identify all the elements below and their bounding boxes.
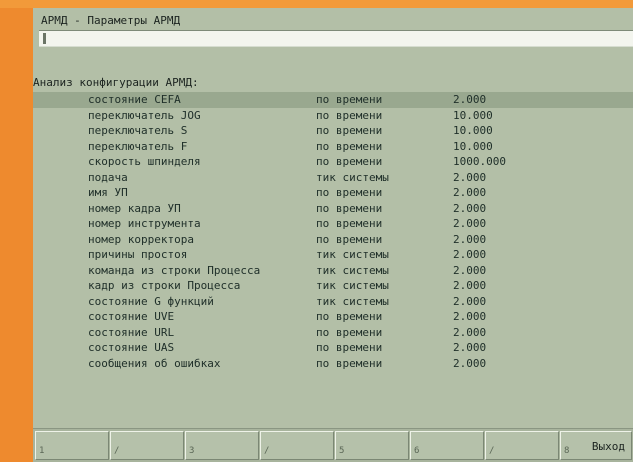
softkey-mark: /	[489, 446, 495, 456]
softkey-7[interactable]: /	[485, 431, 559, 460]
table-row[interactable]: сообщения об ошибках по времени 2.000	[33, 356, 633, 372]
row-name: переключатель S	[88, 124, 188, 137]
table-row[interactable]: состояние G функций тик системы 2.000	[33, 294, 633, 310]
config-table: состояние СЕFA по времени 2.000 переключ…	[33, 92, 633, 371]
row-mode: по времени	[316, 139, 383, 153]
row-name: состояние UVE	[88, 310, 175, 323]
row-mode: по времени	[316, 124, 383, 137]
row-value: 10.000	[453, 124, 493, 137]
row-mode: по времени	[316, 341, 383, 354]
table-row[interactable]: скорость шпинделя по времени 1000.000	[33, 154, 633, 170]
table-row[interactable]: состояние UVE по времени 2.000	[33, 309, 633, 325]
softkey-bar: 1 / 3 / 5 6 / 8 Выход	[33, 428, 633, 462]
table-row[interactable]: команда из строки Процесса тик системы 2…	[33, 263, 633, 279]
row-name: скорость шпинделя	[88, 155, 201, 168]
table-row[interactable]: состояние URL по времени 2.000	[33, 325, 633, 341]
table-row[interactable]: состояние СЕFA по времени 2.000	[33, 92, 633, 108]
softkey-3[interactable]: 3	[185, 431, 259, 460]
softkey-mark: 5	[339, 446, 345, 456]
table-row[interactable]: номер корректора по времени 2.000	[33, 232, 633, 248]
softkey-4[interactable]: /	[260, 431, 334, 460]
row-value: 2.000	[453, 263, 487, 277]
table-row[interactable]: кадр из строки Процесса тик системы 2.00…	[33, 278, 633, 294]
row-value: 2.000	[453, 232, 487, 246]
softkey-6[interactable]: 6	[410, 431, 484, 460]
row-value: 10.000	[453, 108, 493, 122]
row-name: номер корректора	[88, 232, 194, 246]
softkey-mark: /	[114, 446, 120, 456]
table-row[interactable]: переключатель JOG по времени 10.000	[33, 108, 633, 124]
softkey-5[interactable]: 5	[335, 431, 409, 460]
row-name: команда из строки Процесса	[88, 263, 261, 277]
row-mode: тик системы	[316, 279, 389, 292]
row-value: 2.000	[453, 170, 487, 184]
row-name: переключатель F	[88, 139, 188, 153]
row-name: переключатель JOG	[88, 108, 201, 122]
row-name: состояние СЕFA	[88, 93, 181, 106]
row-name: номер инструмента	[88, 217, 201, 230]
table-row[interactable]: причины простоя тик системы 2.000	[33, 247, 633, 263]
row-value: 2.000	[453, 356, 487, 370]
row-value: 2.000	[453, 341, 487, 354]
row-mode: тик системы	[316, 248, 389, 261]
row-name: состояние URL	[88, 325, 175, 339]
softkey-mark: /	[264, 446, 270, 456]
softkey-mark: 3	[189, 446, 195, 456]
exit-softkey[interactable]: 8 Выход	[560, 431, 632, 460]
row-mode: по времени	[316, 217, 383, 230]
window-title: АРМД - Параметры АРМД	[41, 14, 181, 27]
table-row[interactable]: подача тик системы 2.000	[33, 170, 633, 186]
row-name: кадр из строки Процесса	[88, 279, 241, 292]
row-mode: по времени	[316, 201, 383, 215]
row-mode: по времени	[316, 325, 383, 339]
row-value: 10.000	[453, 139, 493, 153]
exit-softkey-label: Выход	[591, 440, 625, 453]
row-name: имя УП	[88, 186, 128, 199]
top-frame-strip	[0, 0, 633, 8]
row-name: подача	[88, 170, 128, 184]
table-row[interactable]: номер инструмента по времени 2.000	[33, 216, 633, 232]
row-name: сообщения об ошибках	[88, 356, 221, 370]
row-mode: по времени	[316, 186, 383, 199]
softkey-1[interactable]: 1	[35, 431, 109, 460]
row-mode: тик системы	[316, 263, 389, 277]
row-value: 2.000	[453, 93, 487, 106]
row-value: 2.000	[453, 310, 487, 323]
row-value: 2.000	[453, 325, 487, 339]
row-name: состояние UAS	[88, 341, 175, 354]
text-cursor	[43, 33, 46, 44]
row-mode: по времени	[316, 232, 383, 246]
table-row[interactable]: переключатель F по времени 10.000	[33, 139, 633, 155]
table-row[interactable]: имя УП по времени 2.000	[33, 185, 633, 201]
row-mode: по времени	[316, 356, 383, 370]
row-value: 1000.000	[453, 155, 506, 168]
section-header: Анализ конфигурации АРМД:	[33, 76, 199, 89]
row-mode: тик системы	[316, 170, 389, 184]
softkey-mark: 1	[39, 446, 45, 456]
row-value: 2.000	[453, 217, 487, 230]
row-value: 2.000	[453, 248, 487, 261]
table-row[interactable]: номер кадра УП по времени 2.000	[33, 201, 633, 217]
row-mode: по времени	[316, 155, 383, 168]
left-frame-strip	[0, 8, 33, 461]
row-name: состояние G функций	[88, 294, 214, 308]
row-name: причины простоя	[88, 248, 188, 261]
row-value: 2.000	[453, 201, 487, 215]
softkey-2[interactable]: /	[110, 431, 184, 460]
table-row[interactable]: переключатель S по времени 10.000	[33, 123, 633, 139]
table-row[interactable]: состояние UAS по времени 2.000	[33, 340, 633, 356]
cnc-screen: АРМД - Параметры АРМД Анализ конфигураци…	[33, 8, 633, 462]
row-mode: по времени	[316, 310, 383, 323]
softkey-mark: 6	[414, 446, 420, 456]
row-mode: по времени	[316, 93, 383, 106]
row-value: 2.000	[453, 279, 487, 292]
command-input[interactable]	[39, 30, 633, 47]
softkey-mark: 8	[564, 446, 570, 456]
row-mode: по времени	[316, 108, 383, 122]
row-mode: тик системы	[316, 294, 389, 308]
row-name: номер кадра УП	[88, 201, 181, 215]
row-value: 2.000	[453, 294, 487, 308]
row-value: 2.000	[453, 186, 487, 199]
